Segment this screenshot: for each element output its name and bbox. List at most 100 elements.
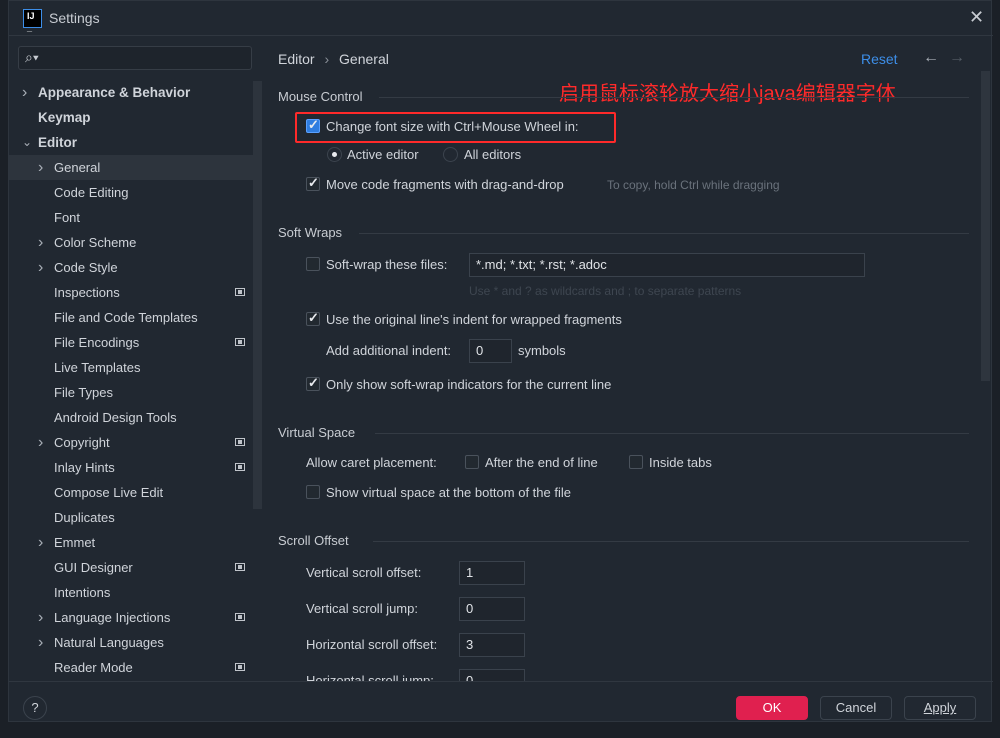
move-code-checkbox[interactable] bbox=[306, 175, 320, 191]
change-font-size-checkbox[interactable] bbox=[306, 117, 320, 133]
tree-item[interactable]: File Encodings bbox=[9, 330, 253, 355]
reset-link[interactable]: Reset bbox=[861, 51, 898, 67]
project-scope-icon bbox=[235, 438, 245, 446]
chevron-right-icon[interactable]: › bbox=[38, 530, 43, 555]
breadcrumb: Editor › General bbox=[278, 51, 389, 67]
tree-item[interactable]: File Types bbox=[9, 380, 253, 405]
ok-button[interactable]: OK bbox=[736, 696, 808, 720]
tree-item[interactable]: › Language Injections bbox=[9, 605, 253, 630]
tree-item[interactable]: Duplicates bbox=[9, 505, 253, 530]
apply-button[interactable]: Apply bbox=[904, 696, 976, 720]
chevron-right-icon[interactable]: › bbox=[38, 430, 43, 455]
tree-item[interactable]: Reader Mode bbox=[9, 655, 253, 680]
tree-item[interactable]: GUI Designer bbox=[9, 555, 253, 580]
tree-item-label: GUI Designer bbox=[54, 560, 133, 575]
help-button[interactable]: ? bbox=[23, 696, 47, 720]
active-editor-label: Active editor bbox=[347, 147, 419, 162]
settings-dialog: IJ _ Settings ✕ ⌕▾ › Appearance & Behavior… bbox=[8, 0, 993, 722]
tree-item[interactable]: › General bbox=[9, 155, 253, 180]
inside-tabs-checkbox[interactable] bbox=[629, 455, 643, 469]
tree-item[interactable]: › Emmet bbox=[9, 530, 253, 555]
tree-item[interactable]: Keymap bbox=[9, 105, 253, 130]
tree-item-label: Font bbox=[54, 210, 81, 225]
intellij-logo-icon: IJ _ bbox=[23, 9, 42, 33]
move-code-hint: To copy, hold Ctrl while dragging bbox=[607, 178, 780, 192]
divider bbox=[359, 233, 969, 234]
vertical-jump-label: Vertical scroll jump: bbox=[306, 601, 418, 616]
only-show-indicators-label: Only show soft-wrap indicators for the c… bbox=[326, 377, 612, 392]
tree-item[interactable]: › Appearance & Behavior bbox=[9, 80, 253, 105]
tree-item[interactable]: Inspections bbox=[9, 280, 253, 305]
tree-item-label: Language Injections bbox=[54, 610, 171, 625]
tree-item[interactable]: Inlay Hints bbox=[9, 455, 253, 480]
tree-item-label: Live Templates bbox=[54, 360, 141, 375]
show-virtual-space-checkbox[interactable] bbox=[306, 485, 320, 499]
project-scope-icon bbox=[235, 338, 245, 346]
vertical-offset-input[interactable]: 1 bbox=[459, 561, 525, 585]
only-show-indicators-checkbox[interactable] bbox=[306, 375, 320, 391]
tree-item[interactable]: ⌄ Editor bbox=[9, 130, 253, 155]
chevron-right-icon[interactable]: › bbox=[38, 630, 43, 655]
allow-caret-label: Allow caret placement: bbox=[306, 455, 437, 470]
tree-item[interactable]: Compose Live Edit bbox=[9, 480, 253, 505]
soft-wrap-files-label: Soft-wrap these files: bbox=[326, 257, 448, 272]
inside-tabs-label: Inside tabs bbox=[649, 455, 712, 470]
divider bbox=[379, 97, 969, 98]
vertical-offset-label: Vertical scroll offset: bbox=[306, 565, 422, 580]
tree-item-label: Editor bbox=[38, 135, 77, 150]
tree-item-label: Inlay Hints bbox=[54, 460, 115, 475]
cancel-button[interactable]: Cancel bbox=[820, 696, 892, 720]
breadcrumb-general: General bbox=[339, 51, 389, 67]
chevron-right-icon[interactable]: › bbox=[38, 605, 43, 630]
tree-item[interactable]: › Color Scheme bbox=[9, 230, 253, 255]
symbols-label: symbols bbox=[518, 343, 566, 358]
tree-item[interactable]: Intentions bbox=[9, 580, 253, 605]
original-indent-label: Use the original line's indent for wrapp… bbox=[326, 312, 622, 327]
tree-item[interactable]: Android Design Tools bbox=[9, 405, 253, 430]
close-icon[interactable]: ✕ bbox=[969, 7, 984, 28]
window-title: Settings bbox=[49, 10, 100, 26]
after-end-of-line-checkbox[interactable] bbox=[465, 455, 479, 469]
breadcrumb-separator-icon: › bbox=[324, 51, 330, 67]
tree-item-label: Inspections bbox=[54, 285, 120, 300]
general-settings-panel: Editor › General Reset ← → 启用鼠标滚轮放大缩小jav… bbox=[259, 37, 993, 681]
tree-item-label: Compose Live Edit bbox=[54, 485, 164, 500]
content-scrollbar[interactable] bbox=[981, 71, 990, 381]
vertical-jump-input[interactable]: 0 bbox=[459, 597, 525, 621]
original-indent-checkbox[interactable] bbox=[306, 310, 320, 326]
tree-item[interactable]: Code Editing bbox=[9, 180, 253, 205]
project-scope-icon bbox=[235, 463, 245, 471]
tree-item-label: General bbox=[54, 160, 101, 175]
project-scope-icon bbox=[235, 613, 245, 621]
chevron-down-icon[interactable]: ⌄ bbox=[22, 130, 32, 155]
tree-item[interactable]: File and Code Templates bbox=[9, 305, 253, 330]
soft-wrap-files-checkbox[interactable] bbox=[306, 257, 320, 271]
chevron-right-icon[interactable]: › bbox=[38, 155, 43, 180]
additional-indent-label: Add additional indent: bbox=[326, 343, 452, 358]
divider bbox=[373, 541, 969, 542]
tree-item[interactable]: Live Templates bbox=[9, 355, 253, 380]
project-scope-icon bbox=[235, 563, 245, 571]
chevron-right-icon[interactable]: › bbox=[22, 80, 27, 105]
active-editor-radio[interactable] bbox=[327, 147, 342, 162]
soft-wrap-files-input[interactable]: *.md; *.txt; *.rst; *.adoc bbox=[469, 253, 865, 277]
all-editors-radio[interactable] bbox=[443, 147, 458, 162]
tree-item-label: Color Scheme bbox=[54, 235, 137, 250]
breadcrumb-editor[interactable]: Editor bbox=[278, 51, 315, 67]
tree-item-label: Android Design Tools bbox=[54, 410, 177, 425]
tree-item-label: File Types bbox=[54, 385, 114, 400]
tree-item[interactable]: Font bbox=[9, 205, 253, 230]
tree-item[interactable]: › Natural Languages bbox=[9, 630, 253, 655]
tree-item[interactable]: › Code Style bbox=[9, 255, 253, 280]
tree-item-label: Appearance & Behavior bbox=[38, 85, 191, 100]
tree-item[interactable]: › Copyright bbox=[9, 430, 253, 455]
chevron-right-icon[interactable]: › bbox=[38, 230, 43, 255]
horizontal-offset-input[interactable]: 3 bbox=[459, 633, 525, 657]
chevron-right-icon[interactable]: › bbox=[38, 255, 43, 280]
additional-indent-input[interactable]: 0 bbox=[469, 339, 512, 363]
back-arrow-icon[interactable]: ← bbox=[923, 49, 939, 67]
all-editors-label: All editors bbox=[464, 147, 522, 162]
horizontal-jump-input[interactable]: 0 bbox=[459, 669, 525, 681]
tree-item-label: Duplicates bbox=[54, 510, 115, 525]
settings-search-input[interactable]: ⌕▾ bbox=[18, 46, 252, 70]
